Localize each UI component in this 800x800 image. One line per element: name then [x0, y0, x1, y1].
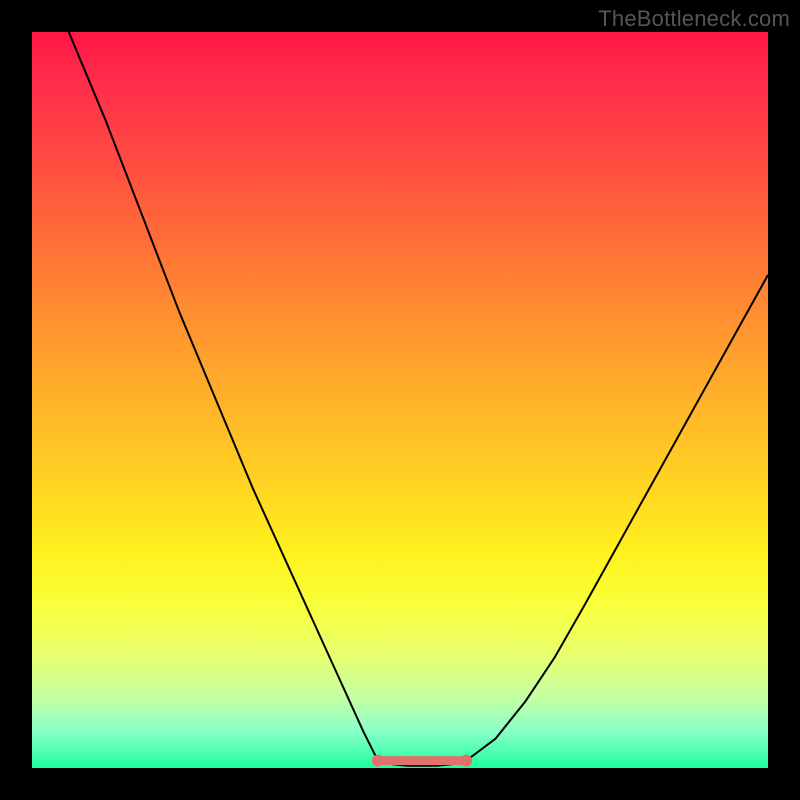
chart-frame: TheBottleneck.com	[0, 0, 800, 800]
plot-area	[32, 32, 768, 768]
valley-marker-end	[460, 755, 472, 767]
curve-svg	[32, 32, 768, 768]
bottleneck-curve	[69, 32, 768, 766]
valley-marker-end	[372, 755, 384, 767]
watermark-text: TheBottleneck.com	[598, 6, 790, 32]
